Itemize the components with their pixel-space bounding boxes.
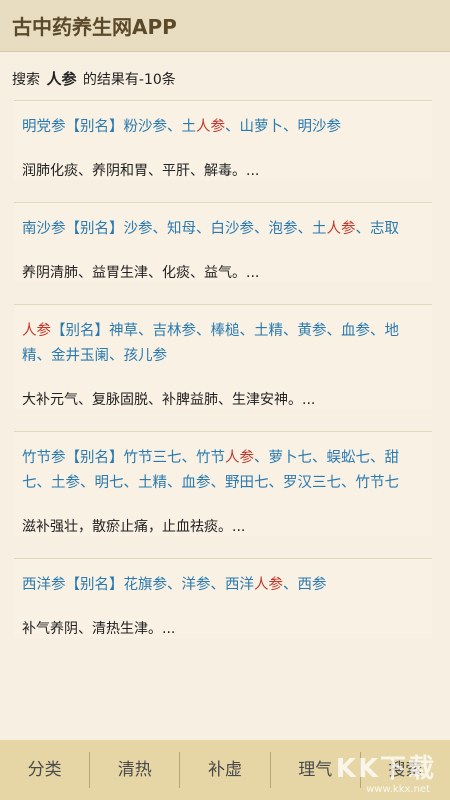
- alias-label: 【别名】: [65, 221, 124, 237]
- result-item[interactable]: 南沙参【别名】沙参、知母、白沙参、泡参、土人参、志取养阴清肺、益胃生津、化痰、益…: [14, 202, 432, 282]
- herb-name[interactable]: 明党参: [22, 119, 66, 135]
- alias-text: 花旗参、洋参、西洋: [123, 577, 255, 593]
- result-names[interactable]: 人参【别名】神草、吉林参、棒槌、土精、黄参、血参、地精、金井玉阑、孩儿参: [22, 319, 424, 369]
- watermark-url: www.kkx.net: [366, 784, 430, 795]
- tab-regulate-qi[interactable]: 理气: [271, 752, 361, 788]
- keyword-highlight: 人参: [254, 577, 283, 593]
- alias-label: 【别名】: [65, 450, 124, 466]
- search-summary: 搜索 人参 的结果有-10条: [12, 68, 176, 89]
- summary-prefix: 搜索: [12, 72, 40, 88]
- result-item[interactable]: 西洋参【别名】花旗参、洋参、西洋人参、西参补气养阴、清热生津。...: [14, 558, 432, 638]
- alias-text: 、西参: [283, 577, 327, 593]
- tab-category[interactable]: 分类: [0, 752, 91, 788]
- result-names[interactable]: 竹节参【别名】竹节三七、竹节人参、萝卜七、蜈蚣七、甜七、土参、明七、土精、血参、…: [22, 446, 424, 496]
- herb-description: 润肺化痰、养阴和胃、平肝、解毒。...: [22, 163, 260, 179]
- alias-text: 、志取: [355, 221, 400, 237]
- keyword-highlight: 人参: [196, 119, 225, 135]
- result-item[interactable]: 竹节参【别名】竹节三七、竹节人参、萝卜七、蜈蚣七、甜七、土参、明七、土精、血参、…: [14, 431, 432, 536]
- tab-search[interactable]: 搜索: [361, 752, 450, 788]
- alias-label: 【别名】: [51, 323, 109, 339]
- herb-name[interactable]: 竹节参: [22, 450, 66, 466]
- herb-description: 补气养阴、清热生津。...: [22, 621, 176, 637]
- app-header: 古中药养生网APP: [0, 0, 450, 52]
- alias-text: 、山萝卜、明沙参: [225, 119, 341, 135]
- herb-name[interactable]: 西洋参: [22, 577, 66, 593]
- alias-text: 沙参、知母、白沙参、泡参、土: [123, 221, 327, 237]
- herb-description: 滋补强壮，散瘀止痛，止血祛痰。...: [22, 519, 246, 535]
- summary-suffix: 的结果有-10条: [82, 72, 176, 88]
- keyword-highlight: 人参: [326, 221, 356, 237]
- alias-label: 【别名】: [65, 119, 124, 135]
- result-item[interactable]: 明党参【别名】粉沙参、土人参、山萝卜、明沙参润肺化痰、养阴和胃、平肝、解毒。..…: [14, 100, 432, 180]
- alias-label: 【别名】: [65, 577, 124, 593]
- alias-text: 竹节三七、竹节: [123, 450, 226, 466]
- alias-text: 粉沙参、土: [123, 119, 197, 135]
- result-names[interactable]: 西洋参【别名】花旗参、洋参、西洋人参、西参: [22, 573, 424, 598]
- tab-clear-heat[interactable]: 清热: [90, 752, 181, 788]
- herb-description: 养阴清肺、益胃生津、化痰、益气。...: [22, 265, 260, 281]
- result-names[interactable]: 明党参【别名】粉沙参、土人参、山萝卜、明沙参: [22, 115, 424, 140]
- result-names[interactable]: 南沙参【别名】沙参、知母、白沙参、泡参、土人参、志取: [22, 217, 424, 242]
- summary-keyword: 人参: [46, 70, 77, 88]
- herb-name[interactable]: 南沙参: [22, 221, 66, 237]
- result-list: 明党参【别名】粉沙参、土人参、山萝卜、明沙参 润肺化痰、养阴和胃、平肝、解毒。..…: [14, 100, 432, 660]
- result-item[interactable]: 人参【别名】神草、吉林参、棒槌、土精、黄参、血参、地精、金井玉阑、孩儿参大补元气…: [14, 304, 432, 409]
- herb-description: 大补元气、复脉固脱、补脾益肺、生津安神。...: [22, 392, 316, 408]
- herb-name[interactable]: 人参: [22, 323, 51, 339]
- app-title: 古中药养生网APP: [12, 15, 177, 39]
- tab-tonify[interactable]: 补虚: [180, 752, 271, 788]
- keyword-highlight: 人参: [225, 450, 254, 466]
